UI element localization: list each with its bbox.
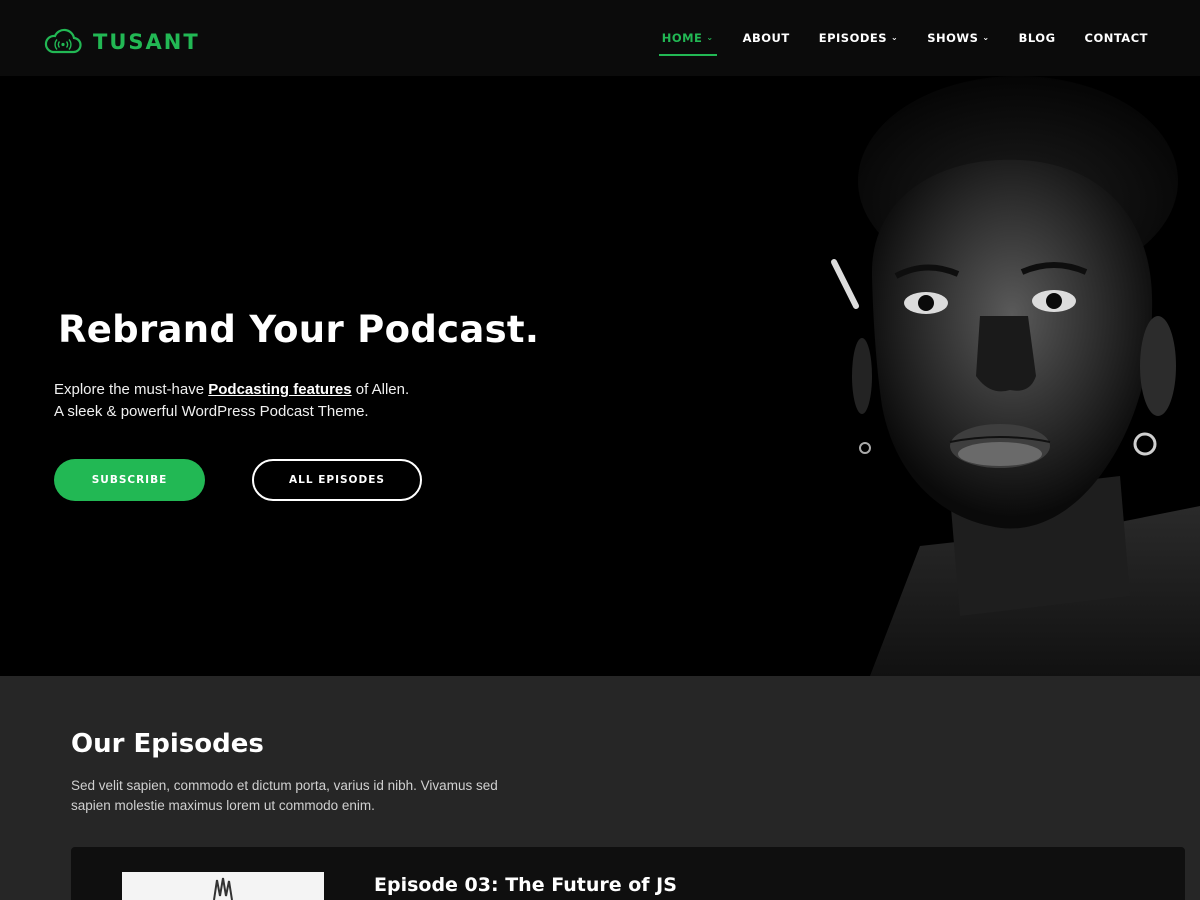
nav-shows-label: SHOWS — [927, 31, 979, 45]
nav-about-label: ABOUT — [742, 31, 790, 45]
nav-home[interactable]: HOME ⌄ — [658, 31, 717, 56]
episodes-heading: Our Episodes — [71, 729, 264, 759]
episodes-section: Our Episodes Sed velit sapien, commodo e… — [0, 676, 1200, 900]
nav-contact[interactable]: CONTACT — [1085, 31, 1148, 45]
chevron-down-icon: ⌄ — [891, 33, 899, 42]
episode-thumbnail[interactable] — [122, 872, 324, 900]
episode-artwork-icon — [213, 877, 233, 900]
nav-blog[interactable]: BLOG — [1019, 31, 1056, 45]
nav-home-label: HOME — [661, 31, 703, 45]
hero-description: Explore the must-have Podcasting feature… — [54, 379, 409, 423]
nav-shows[interactable]: SHOWS ⌄ — [927, 31, 989, 45]
hero-portrait-image — [800, 76, 1200, 676]
chevron-down-icon: ⌄ — [982, 33, 990, 42]
cloud-podcast-icon — [44, 28, 82, 54]
nav-blog-label: BLOG — [1018, 31, 1056, 45]
nav-about[interactable]: ABOUT — [743, 31, 790, 45]
episodes-description: Sed velit sapien, commodo et dictum port… — [71, 778, 498, 813]
nav-episodes-label: EPISODES — [818, 31, 888, 45]
nav-contact-label: CONTACT — [1084, 31, 1148, 45]
hero-section: Rebrand Your Podcast. Explore the must-h… — [0, 76, 1200, 676]
episode-title-link[interactable]: Episode 03: The Future of JS — [374, 874, 677, 896]
nav-episodes[interactable]: EPISODES ⌄ — [819, 31, 899, 45]
hero-desc-line2: A sleek & powerful WordPress Podcast The… — [54, 403, 369, 420]
brand-name: TUSANT — [93, 30, 200, 54]
hero-desc-text: Explore the must-have — [54, 381, 209, 398]
hero-desc-text-end: of Allen. — [351, 381, 410, 398]
podcasting-features-link[interactable]: Podcasting features — [208, 381, 351, 398]
site-logo[interactable]: TUSANT — [43, 28, 200, 56]
episode-card[interactable]: Episode 03: The Future of JS — [71, 847, 1185, 900]
subscribe-button[interactable]: SUBSCRIBE — [54, 459, 205, 501]
all-episodes-button[interactable]: ALL EPISODES — [252, 459, 422, 501]
main-nav: HOME ⌄ ABOUT EPISODES ⌄ SHOWS ⌄ BLOG CON… — [658, 31, 1148, 56]
hero-title: Rebrand Your Podcast. — [58, 308, 540, 351]
site-header: TUSANT HOME ⌄ ABOUT EPISODES ⌄ SHOWS ⌄ B… — [0, 0, 1200, 76]
chevron-down-icon: ⌄ — [706, 33, 714, 42]
